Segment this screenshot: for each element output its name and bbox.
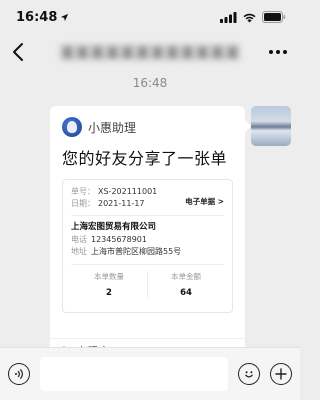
- chat-input-bar: [0, 347, 300, 400]
- order-number: XS-202111001: [98, 187, 158, 196]
- status-indicators: [220, 11, 286, 23]
- phone-line: 电话 12345678901: [63, 234, 232, 246]
- voice-icon: [14, 368, 23, 380]
- sender-avatar[interactable]: [251, 106, 291, 146]
- emoji-button[interactable]: [238, 363, 260, 385]
- quantity-stat: 本单数量 2: [71, 271, 147, 298]
- order-date-line: 日期： 2021-11-17: [71, 198, 157, 210]
- order-meta: 单号： XS-202111001 日期： 2021-11-17: [71, 186, 157, 210]
- phone-label: 电话: [71, 235, 87, 244]
- card-title: 您的好友分享了一张单: [62, 149, 228, 168]
- phone-number: 12345678901: [91, 235, 147, 244]
- smiley-icon: [245, 371, 253, 378]
- add-attachment-button[interactable]: [270, 363, 292, 385]
- company-name: 上海宏图贸易有限公司: [71, 222, 157, 232]
- chevron-left-icon: [13, 43, 23, 61]
- cellular-signal-icon: [220, 11, 237, 23]
- app-logo: [62, 117, 82, 137]
- electronic-receipt-link[interactable]: 电子单据 >: [185, 192, 224, 210]
- amount-stat: 本单金额 64: [147, 271, 224, 298]
- address: 上海市普陀区柳园路55号: [91, 247, 182, 256]
- receipt-link-label: 电子单据 >: [185, 196, 224, 206]
- amount-value: 64: [180, 288, 192, 298]
- more-options-button[interactable]: [266, 40, 290, 64]
- status-time: 16:48: [16, 10, 69, 25]
- message-timestamp: 16:48: [132, 76, 168, 90]
- chat-title: 某某某某某某某某某某某某: [59, 44, 241, 62]
- wifi-icon: [243, 13, 256, 22]
- battery-icon: [262, 11, 286, 23]
- back-button[interactable]: [12, 40, 32, 64]
- plus-icon: [275, 368, 287, 380]
- message-input[interactable]: [39, 357, 228, 391]
- input-actions: [238, 363, 292, 385]
- order-preview: 单号： XS-202111001 日期： 2021-11-17 电子单据 > 上…: [62, 179, 233, 313]
- order-number-label: 单号：: [71, 187, 95, 196]
- status-bar: 16:48: [0, 0, 300, 34]
- order-stats: 本单数量 2 本单金额 64: [71, 264, 224, 298]
- status-time-text: 16:48: [16, 9, 58, 25]
- quantity-value: 2: [106, 288, 112, 298]
- card-header: 小惠助理: [62, 116, 233, 138]
- location-arrow-icon: [61, 13, 69, 21]
- order-meta-row: 单号： XS-202111001 日期： 2021-11-17 电子单据 >: [63, 180, 232, 210]
- mini-program-card[interactable]: 小惠助理 您的好友分享了一张单 单号： XS-202111001 日期： 202…: [50, 106, 251, 362]
- app-name: 小惠助理: [88, 120, 137, 135]
- more-dots-icon: [269, 50, 287, 54]
- order-number-line: 单号： XS-202111001: [71, 186, 157, 198]
- nav-bar: 某某某某某某某某某某某某: [0, 34, 300, 70]
- address-line: 地址 上海市普陀区柳园路55号: [63, 246, 232, 258]
- amount-label: 本单金额: [171, 272, 201, 281]
- quantity-label: 本单数量: [94, 272, 124, 281]
- order-date: 2021-11-17: [98, 199, 145, 208]
- voice-input-button[interactable]: [8, 363, 30, 385]
- order-date-label: 日期：: [71, 199, 95, 208]
- address-label: 地址: [71, 247, 87, 256]
